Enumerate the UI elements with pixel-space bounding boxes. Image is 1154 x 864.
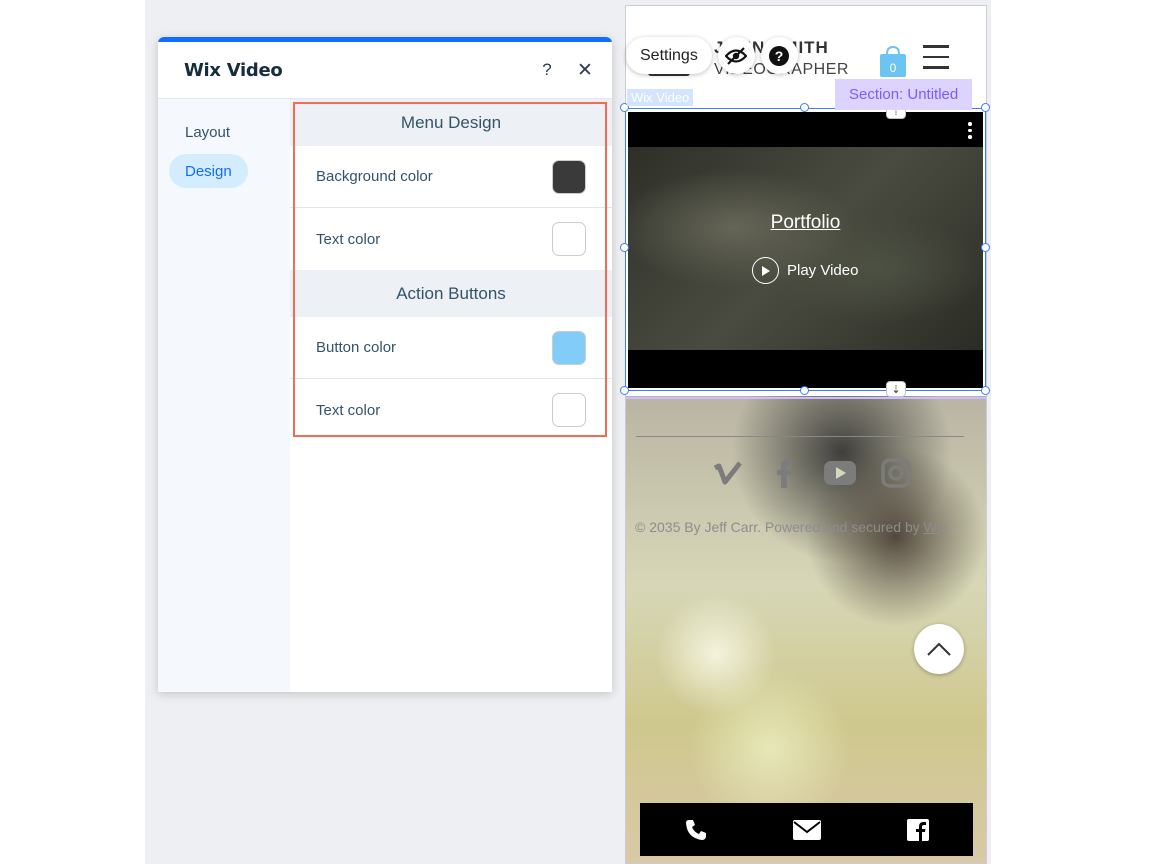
hero-background: © 2035 By Jeff Carr. Powered and secured… bbox=[626, 396, 986, 863]
nav-item-layout[interactable]: Layout bbox=[169, 115, 246, 149]
panel-sidebar: Layout Design bbox=[158, 99, 290, 692]
row-button-text-color: Text color bbox=[290, 379, 612, 441]
facebook-icon[interactable] bbox=[767, 456, 801, 490]
row-button-color: Button color bbox=[290, 317, 612, 379]
resize-handle-right[interactable] bbox=[981, 243, 990, 252]
row-label: Text color bbox=[316, 401, 381, 419]
wix-video-settings-panel: Wix Video ? ✕ Layout Design Menu Design … bbox=[158, 37, 612, 692]
section-label[interactable]: Section: Untitled bbox=[835, 79, 973, 110]
row-label: Text color bbox=[316, 230, 381, 248]
email-icon[interactable] bbox=[792, 815, 822, 845]
row-label: Background color bbox=[316, 168, 433, 185]
resize-handle-left[interactable] bbox=[620, 243, 629, 252]
resize-handle-top-right[interactable] bbox=[981, 103, 990, 112]
copyright-text: © 2035 By Jeff Carr. Powered and secured… bbox=[635, 519, 947, 535]
resize-handle-bottom[interactable] bbox=[800, 386, 809, 395]
vimeo-icon[interactable] bbox=[711, 456, 745, 490]
instagram-icon[interactable] bbox=[879, 456, 913, 490]
help-icon[interactable]: ? bbox=[536, 59, 558, 81]
footer-divider bbox=[636, 436, 964, 437]
phone-icon[interactable] bbox=[681, 815, 711, 845]
hide-icon[interactable] bbox=[717, 37, 755, 74]
menu-text-color-swatch[interactable] bbox=[552, 222, 586, 256]
chevron-up-icon bbox=[927, 642, 951, 656]
menu-icon[interactable] bbox=[923, 45, 949, 69]
row-menu-text-color: Text color bbox=[290, 208, 612, 270]
cart-count: 0 bbox=[890, 61, 897, 75]
cart-icon[interactable]: 0 bbox=[878, 44, 908, 78]
element-toolbar: Settings ? bbox=[626, 37, 798, 74]
section-title-menu-design: Menu Design bbox=[290, 99, 612, 146]
help-icon[interactable]: ? bbox=[760, 37, 798, 74]
panel-header: Wix Video ? ✕ bbox=[158, 42, 612, 99]
resize-handle-top[interactable] bbox=[800, 103, 809, 112]
video-thumbnail bbox=[628, 147, 983, 350]
nav-item-design[interactable]: Design bbox=[169, 154, 248, 188]
wix-video-widget[interactable]: Portfolio Play Video bbox=[628, 112, 983, 388]
panel-body: Layout Design Menu Design Background col… bbox=[158, 99, 612, 692]
design-content: Menu Design Background color Text color … bbox=[290, 99, 612, 692]
mobile-action-bar bbox=[640, 803, 973, 856]
svg-text:?: ? bbox=[775, 48, 784, 64]
background-color-swatch[interactable] bbox=[552, 159, 586, 194]
play-video-button[interactable]: Play Video bbox=[752, 257, 858, 284]
button-color-swatch[interactable] bbox=[552, 330, 586, 365]
settings-button[interactable]: Settings bbox=[626, 37, 712, 74]
play-video-label: Play Video bbox=[787, 262, 859, 279]
section-boundary bbox=[625, 397, 986, 399]
resize-handle-bottom-left[interactable] bbox=[620, 386, 629, 395]
video-title-link[interactable]: Portfolio bbox=[628, 212, 983, 234]
resize-handle-bottom-right[interactable] bbox=[981, 386, 990, 395]
scroll-to-top-button[interactable] bbox=[914, 624, 964, 674]
play-icon bbox=[752, 257, 779, 284]
section-title-action-buttons: Action Buttons bbox=[290, 270, 612, 317]
element-name-label: Wix Video bbox=[627, 89, 694, 106]
row-background-color: Background color bbox=[290, 146, 612, 208]
button-text-color-swatch[interactable] bbox=[552, 393, 586, 427]
social-bar bbox=[711, 456, 913, 490]
more-options-icon[interactable] bbox=[967, 122, 973, 142]
youtube-icon[interactable] bbox=[823, 456, 857, 490]
facebook-icon[interactable] bbox=[903, 815, 933, 845]
stretch-down-icon[interactable]: ⇣ bbox=[886, 381, 906, 397]
close-icon[interactable]: ✕ bbox=[574, 59, 596, 81]
wix-link[interactable]: Wix bbox=[924, 519, 947, 535]
panel-title: Wix Video bbox=[184, 59, 283, 81]
row-label: Button color bbox=[316, 339, 397, 356]
